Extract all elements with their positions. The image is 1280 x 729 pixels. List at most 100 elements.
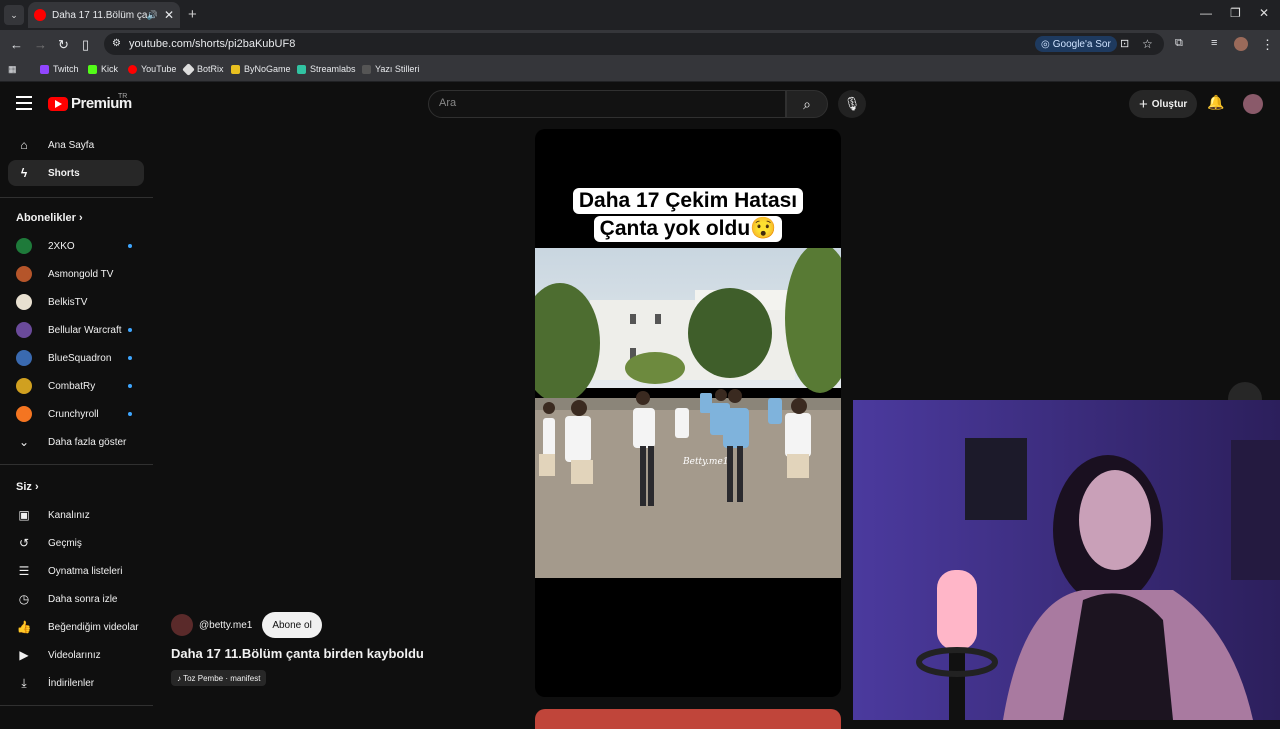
channel-icon: ▣: [18, 508, 30, 522]
mic-icon[interactable]: 🎙: [838, 90, 866, 118]
playlist-icon: ☰: [18, 564, 30, 578]
google-ask-button[interactable]: ◎ Google'a Sor: [1035, 36, 1117, 52]
search-icon[interactable]: ⌕: [786, 90, 828, 118]
sidebar-item-label: Bellular Warcraft: [48, 324, 122, 336]
like-icon: 👍: [16, 620, 32, 634]
channel-row: @betty.me1 Abone ol: [171, 612, 322, 638]
sidebar-item-label: CombatRy: [48, 380, 96, 392]
sidebar-item-watch-later[interactable]: ◷ Daha sonra izle: [8, 586, 144, 612]
profile-avatar[interactable]: [1234, 37, 1248, 51]
sidebar-item-playlists[interactable]: ☰ Oynatma listeleri: [8, 558, 144, 584]
caption-line-1: Daha 17 Çekim Hatası: [572, 188, 804, 214]
sidebar-item-your-channel[interactable]: ▣ Kanalınız: [8, 502, 144, 528]
channel-avatar: [16, 238, 32, 254]
channel-avatar: [16, 294, 32, 310]
divider: [0, 705, 153, 706]
sidebar-item-label: Asmongold TV: [48, 268, 114, 280]
sidebar-item-liked[interactable]: 👍 Beğendiğim videolar: [8, 614, 144, 640]
search-input[interactable]: Ara: [428, 90, 786, 118]
bookmark-botrix[interactable]: BotRix: [182, 62, 224, 76]
bookmark-bynogame[interactable]: ByNoGame: [231, 64, 291, 74]
browser-tab[interactable]: Daha 17 11.Bölüm çanta bi 🔊 ✕: [28, 2, 180, 28]
sidebar-item-asmongold[interactable]: Asmongold TV: [8, 261, 144, 287]
channel-handle[interactable]: @betty.me1: [199, 620, 252, 631]
sidebar-item-label: Oynatma listeleri: [48, 565, 123, 577]
new-tab-icon[interactable]: +: [188, 6, 197, 23]
sidebar-item-combatry[interactable]: CombatRy: [8, 373, 144, 399]
school-courtyard-scene: Betty.me1: [535, 248, 841, 578]
speaker-icon: 🔊: [146, 9, 158, 20]
tab-search-icon[interactable]: ⌄: [4, 5, 24, 25]
streamlabs-icon: [297, 64, 306, 74]
youtube-favicon-icon: [34, 9, 46, 21]
install-icon[interactable]: ⊡: [1120, 37, 1129, 50]
site-info-icon[interactable]: ⚙: [112, 38, 121, 49]
logo-region: TR: [118, 93, 128, 100]
reload-icon[interactable]: ↻: [58, 37, 69, 53]
split-view-icon[interactable]: ▯: [82, 37, 89, 53]
your-videos-icon: ▶: [19, 648, 29, 662]
tab-title: Daha 17 11.Bölüm çanta bi: [52, 9, 147, 21]
download-icon: ⤓: [21, 675, 27, 690]
subscribe-button[interactable]: Abone ol: [262, 612, 322, 638]
short-video-player[interactable]: Daha 17 Çekim Hatası Çanta yok oldu😯 Bet…: [535, 129, 841, 697]
next-short-preview[interactable]: [535, 709, 841, 729]
watch-later-icon: ◷: [18, 592, 30, 606]
create-button[interactable]: + Oluştur: [1129, 90, 1198, 118]
sidebar-item-label: Videolarınız: [48, 649, 101, 661]
sidebar-item-label: İndirilenler: [48, 677, 95, 689]
bookmark-streamlabs[interactable]: Streamlabs: [297, 64, 356, 74]
sidebar-item-label: Shorts: [48, 167, 80, 179]
bookmark-yazi-stilleri[interactable]: Yazı Stilleri: [362, 64, 419, 74]
show-more-button[interactable]: ⌄ Daha fazla göster: [8, 429, 144, 455]
channel-avatar: [16, 322, 32, 338]
bookmark-star-icon[interactable]: ☆: [1142, 37, 1153, 51]
sidebar-item-history[interactable]: ↺ Geçmiş: [8, 530, 144, 556]
new-content-dot: [128, 356, 132, 360]
media-controls-icon[interactable]: ≡: [1211, 37, 1217, 49]
restore-icon[interactable]: ❐: [1230, 6, 1241, 20]
music-chip[interactable]: ♪ Toz Pembe · manifest: [171, 670, 267, 686]
bookmark-twitch[interactable]: Twitch: [40, 64, 79, 74]
extensions-icon[interactable]: ⧉: [1175, 37, 1183, 50]
sidebar-item-home[interactable]: ⌂ Ana Sayfa: [8, 132, 144, 158]
sidebar-item-bluesquadron[interactable]: BlueSquadron: [8, 345, 144, 371]
forward-icon[interactable]: →: [34, 37, 47, 52]
sidebar-item-belkistv[interactable]: BelkisTV: [8, 289, 144, 315]
back-icon[interactable]: ←: [10, 37, 23, 52]
sidebar-item-downloads[interactable]: ⤓ İndirilenler: [8, 670, 144, 696]
url-text[interactable]: youtube.com/shorts/pi2baKubUF8: [129, 38, 295, 50]
apps-icon[interactable]: ▦: [8, 64, 17, 75]
hamburger-menu-icon[interactable]: [16, 96, 32, 110]
you-heading[interactable]: Siz ›: [16, 481, 39, 493]
sidebar-item-2xko[interactable]: 2XKO: [8, 233, 144, 259]
sidebar-item-label: Ana Sayfa: [48, 139, 95, 151]
yazi-stilleri-icon: [362, 64, 371, 74]
sidebar-item-shorts[interactable]: ϟ Shorts: [8, 160, 144, 186]
youtube-icon: [128, 64, 137, 74]
sidebar-item-crunchyroll[interactable]: Crunchyroll: [8, 401, 144, 427]
channel-avatar: [16, 266, 32, 282]
sidebar-item-label: Geçmiş: [48, 537, 82, 549]
channel-avatar[interactable]: [171, 614, 193, 636]
youtube-play-icon: [48, 96, 68, 111]
notifications-bell-icon[interactable]: 🔔: [1207, 94, 1224, 111]
menu-icon[interactable]: ⋮: [1261, 37, 1274, 53]
sidebar-item-label: Beğendiğim videolar: [48, 621, 139, 633]
subscriptions-heading[interactable]: Abonelikler ›: [16, 212, 83, 224]
webcam-overlay: [853, 400, 1280, 720]
home-icon: ⌂: [20, 138, 28, 152]
account-avatar[interactable]: [1243, 94, 1263, 114]
minimize-icon[interactable]: —: [1200, 6, 1212, 20]
bookmark-kick[interactable]: Kick: [88, 64, 118, 74]
bookmark-youtube[interactable]: YouTube: [128, 64, 176, 74]
youtube-premium-logo[interactable]: Premium TR: [48, 93, 132, 112]
streamer-webcam-image: [853, 400, 1280, 720]
sidebar-item-your-videos[interactable]: ▶ Videolarınız: [8, 642, 144, 668]
sidebar-item-label: Daha fazla göster: [48, 436, 127, 448]
tab-close-icon[interactable]: ✕: [164, 8, 174, 22]
close-window-icon[interactable]: ✕: [1259, 6, 1269, 20]
chevron-down-icon: ⌄: [18, 435, 30, 449]
new-content-dot: [128, 328, 132, 332]
sidebar-item-bellular[interactable]: Bellular Warcraft: [8, 317, 144, 343]
